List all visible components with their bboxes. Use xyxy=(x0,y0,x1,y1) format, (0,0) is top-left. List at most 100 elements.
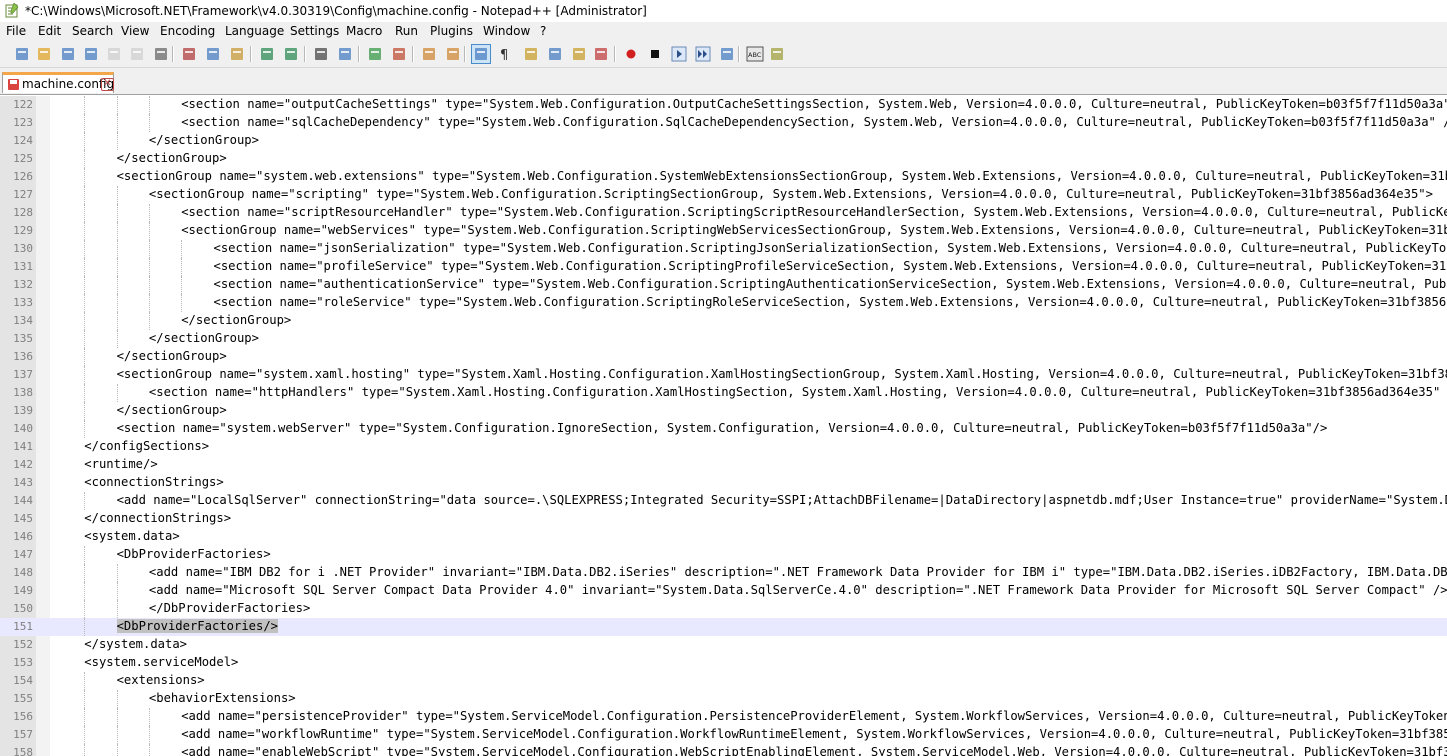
sync-vertical-icon[interactable] xyxy=(420,45,438,63)
code-line[interactable]: 149 <add name="Microsoft SQL Server Compa… xyxy=(0,582,1447,600)
indent-guide xyxy=(116,600,118,618)
code-line[interactable]: 123 <section name="sqlCacheDependency" ty… xyxy=(0,114,1447,132)
spell-check-icon[interactable]: ABC xyxy=(746,45,764,63)
code-line[interactable]: 152 </system.data> xyxy=(0,636,1447,654)
code-line[interactable]: 154 <extensions> xyxy=(0,672,1447,690)
code-line[interactable]: 140 <section name="system.webServer" type… xyxy=(0,420,1447,438)
code-line[interactable]: 142 <runtime/> xyxy=(0,456,1447,474)
line-text: <sectionGroup name="system.xaml.hosting"… xyxy=(116,367,1447,381)
code-line[interactable]: 144 <add name="LocalSqlServer" connection… xyxy=(0,492,1447,510)
code-line[interactable]: 125 </sectionGroup> xyxy=(0,150,1447,168)
word-wrap-icon[interactable] xyxy=(471,44,491,64)
code-line[interactable]: 151 <DbProviderFactories/> xyxy=(0,618,1447,636)
menu-view[interactable]: View xyxy=(121,24,149,38)
code-line[interactable]: 136 </sectionGroup> xyxy=(0,348,1447,366)
stop-recording-icon[interactable] xyxy=(646,45,664,63)
line-text: </sectionGroup> xyxy=(148,133,259,147)
play-macro-icon[interactable] xyxy=(670,45,688,63)
undo-icon[interactable] xyxy=(258,45,276,63)
editor-area[interactable]: 122 <section name="outputCacheSettings" t… xyxy=(0,96,1447,756)
line-number: 148 xyxy=(13,566,33,579)
code-line[interactable]: 130 <section name="jsonSerialization" typ… xyxy=(0,240,1447,258)
line-number: 146 xyxy=(13,530,33,543)
menu-search[interactable]: Search xyxy=(72,24,113,38)
replace-icon[interactable] xyxy=(336,45,354,63)
menu-help[interactable]: ? xyxy=(540,24,546,38)
code-line[interactable]: 139 </sectionGroup> xyxy=(0,402,1447,420)
code-line[interactable]: 145 </connectionStrings> xyxy=(0,510,1447,528)
code-line[interactable]: 129 <sectionGroup name="webServices" type… xyxy=(0,222,1447,240)
function-list-icon[interactable] xyxy=(592,45,610,63)
toolbar-separator xyxy=(358,46,360,62)
find-icon[interactable] xyxy=(312,45,330,63)
code-line[interactable]: 127 <sectionGroup name="scripting" type="… xyxy=(0,186,1447,204)
menu-file[interactable]: File xyxy=(6,24,26,38)
code-line[interactable]: 147 <DbProviderFactories> xyxy=(0,546,1447,564)
menu-macro[interactable]: Macro xyxy=(346,24,382,38)
code-line[interactable]: 153 <system.serviceModel> xyxy=(0,654,1447,672)
indent-guide xyxy=(148,294,150,312)
code-line[interactable]: 158 <add name="enableWebScript" type="Sys… xyxy=(0,744,1447,756)
line-text: <section name="authenticationService" ty… xyxy=(213,277,1447,291)
menu-language[interactable]: Language xyxy=(225,24,284,38)
code-line[interactable]: 132 <section name="authenticationService"… xyxy=(0,276,1447,294)
code-line[interactable]: 138 <section name="httpHandlers" type="Sy… xyxy=(0,384,1447,402)
line-text: </sectionGroup> xyxy=(148,331,259,345)
save-icon[interactable] xyxy=(59,45,77,63)
code-line[interactable]: 122 <section name="outputCacheSettings" t… xyxy=(0,96,1447,114)
code-line[interactable]: 143 <connectionStrings> xyxy=(0,474,1447,492)
user-defined-language-icon[interactable] xyxy=(546,45,564,63)
code-line[interactable]: 155 <behaviorExtensions> xyxy=(0,690,1447,708)
menu-edit[interactable]: Edit xyxy=(38,24,61,38)
cut-icon[interactable] xyxy=(180,45,198,63)
doc-map-icon[interactable] xyxy=(570,45,588,63)
save-macro-icon[interactable] xyxy=(718,45,736,63)
code-line[interactable]: 150 </DbProviderFactories> xyxy=(0,600,1447,618)
copy-icon[interactable] xyxy=(204,45,222,63)
code-line[interactable]: 134 </sectionGroup> xyxy=(0,312,1447,330)
code-line[interactable]: 141 </configSections> xyxy=(0,438,1447,456)
code-line[interactable]: 157 <add name="workflowRuntime" type="Sys… xyxy=(0,726,1447,744)
close-all-icon[interactable] xyxy=(128,45,146,63)
code-line[interactable]: 131 <section name="profileService" type="… xyxy=(0,258,1447,276)
code-line[interactable]: 124 </sectionGroup> xyxy=(0,132,1447,150)
toolbar-separator xyxy=(738,46,740,62)
menu-run[interactable]: Run xyxy=(395,24,418,38)
close-tab-icon[interactable]: ✕ xyxy=(101,78,114,91)
indent-guide xyxy=(181,258,183,276)
menu-plugins[interactable]: Plugins xyxy=(430,24,473,38)
menu-settings[interactable]: Settings xyxy=(290,24,339,38)
play-macro-multiple-icon[interactable] xyxy=(694,45,712,63)
open-file-icon[interactable] xyxy=(35,45,53,63)
sync-horizontal-icon[interactable] xyxy=(444,45,462,63)
zoom-out-icon[interactable] xyxy=(390,45,408,63)
menu-encoding[interactable]: Encoding xyxy=(160,24,215,38)
code-line[interactable]: 156 <add name="persistenceProvider" type=… xyxy=(0,708,1447,726)
save-all-icon[interactable] xyxy=(82,45,100,63)
code-line[interactable]: 146 <system.data> xyxy=(0,528,1447,546)
line-number: 151 xyxy=(13,620,33,633)
code-line[interactable]: 135 </sectionGroup> xyxy=(0,330,1447,348)
redo-icon[interactable] xyxy=(282,45,300,63)
notepadpp-app-icon[interactable] xyxy=(5,3,19,18)
code-line[interactable]: 133 <section name="roleService" type="Sys… xyxy=(0,294,1447,312)
menu-window[interactable]: Window xyxy=(483,24,530,38)
toolbar-separator xyxy=(412,46,414,62)
close-icon[interactable] xyxy=(105,45,123,63)
line-text: <add name="Microsoft SQL Server Compact … xyxy=(148,583,1447,597)
record-macro-icon[interactable] xyxy=(622,45,640,63)
code-line[interactable]: 128 <section name="scriptResourceHandler"… xyxy=(0,204,1447,222)
show-all-chars-icon[interactable]: ¶ xyxy=(496,45,514,63)
zoom-in-icon[interactable] xyxy=(366,45,384,63)
code-line[interactable]: 137 <sectionGroup name="system.xaml.hosti… xyxy=(0,366,1447,384)
paste-icon[interactable] xyxy=(228,45,246,63)
indent-guide-icon[interactable] xyxy=(522,45,540,63)
tab-machine-config[interactable]: machine.config ✕ xyxy=(2,72,114,93)
code-line[interactable]: 126 <sectionGroup name="system.web.extens… xyxy=(0,168,1447,186)
code-line[interactable]: 148 <add name="IBM DB2 for i .NET Provide… xyxy=(0,564,1447,582)
line-text: <add name="persistenceProvider" type="Sy… xyxy=(181,709,1447,723)
new-file-icon[interactable] xyxy=(13,45,31,63)
line-number: 125 xyxy=(13,152,33,165)
print-icon[interactable] xyxy=(152,45,170,63)
spell-check-options-icon[interactable] xyxy=(768,45,786,63)
